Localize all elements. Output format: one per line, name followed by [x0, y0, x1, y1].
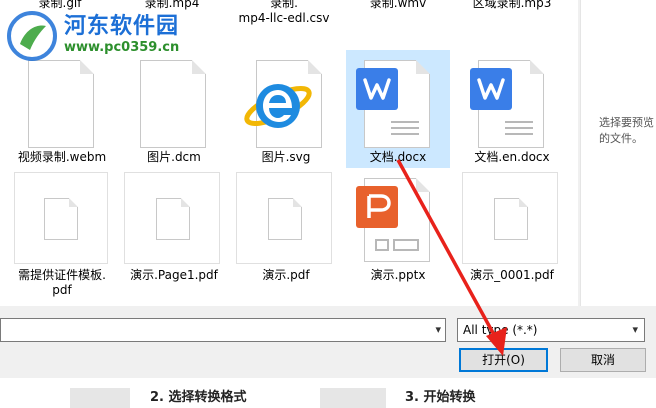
preview-hint-line1: 选择要预览 — [599, 116, 654, 129]
file-item-dcm[interactable]: 图片.dcm — [122, 56, 226, 168]
file-name-label-cont: pdf — [52, 283, 72, 297]
blank-file-icon — [268, 198, 302, 240]
list-item[interactable]: 区域录制.mp3 — [460, 0, 564, 10]
chevron-down-icon[interactable]: ▾ — [632, 319, 638, 341]
file-item-pdf-template[interactable]: 需提供证件模板. pdf — [10, 172, 114, 304]
watermark-title: 河东软件园 — [64, 14, 180, 39]
chevron-down-icon[interactable]: ▾ — [435, 323, 441, 336]
file-name-label: 需提供证件模板. — [18, 268, 106, 282]
background-thumbnail — [70, 388, 130, 408]
file-item-demo-pdf[interactable]: 演示.pdf — [234, 172, 338, 288]
file-name-label: 演示.pdf — [262, 268, 310, 282]
file-name-label: 演示.Page1.pdf — [130, 268, 218, 282]
file-name-label: 录制. — [270, 0, 298, 10]
file-item-svg[interactable]: 图片.svg — [234, 56, 338, 168]
file-name-label: 演示_0001.pdf — [470, 268, 554, 282]
file-type-select[interactable]: All type (*.*) ▾ — [457, 318, 645, 342]
watermark-url: www.pc0359.cn — [64, 40, 180, 55]
file-name-label: 图片.svg — [261, 150, 311, 164]
file-item-pptx[interactable]: 演示.pptx — [346, 172, 450, 288]
site-watermark: 河东软件园 www.pc0359.cn — [4, 2, 204, 62]
open-button[interactable]: 打开(O) — [459, 348, 548, 372]
ie-browser-icon — [244, 84, 312, 128]
list-item[interactable]: 录制. mp4-llc-edl.csv — [232, 0, 336, 30]
wps-writer-icon — [470, 68, 512, 110]
file-name-label: 图片.dcm — [147, 150, 201, 164]
file-item-webm[interactable]: 视频录制.webm — [10, 56, 114, 168]
file-name-label: 录制.wmv — [369, 0, 427, 10]
step-select-format: 2. 选择转换格式 — [150, 390, 247, 405]
file-name-label: 演示.pptx — [370, 268, 426, 282]
blank-file-icon — [28, 60, 94, 148]
preview-hint-line2: 的文件。 — [599, 132, 643, 145]
file-item-page1-pdf[interactable]: 演示.Page1.pdf — [122, 172, 226, 288]
file-item-docx[interactable]: 文档.docx — [346, 50, 450, 168]
wps-presentation-icon — [356, 186, 398, 228]
blank-file-icon — [44, 198, 78, 240]
list-item[interactable]: 录制.wmv — [346, 0, 450, 10]
step-start-convert: 3. 开始转换 — [405, 390, 476, 405]
file-item-en-docx[interactable]: 文档.en.docx — [460, 56, 564, 168]
blank-file-icon — [156, 198, 190, 240]
cancel-button[interactable]: 取消 — [560, 348, 646, 372]
watermark-logo-icon — [7, 11, 57, 61]
background-thumbnail — [320, 388, 386, 408]
filename-combobox[interactable]: ▾ — [0, 318, 446, 342]
preview-pane: 选择要预览 的文件。 — [580, 0, 656, 306]
file-name-label: 文档.en.docx — [474, 150, 550, 164]
blank-file-icon — [494, 198, 528, 240]
blank-file-icon — [140, 60, 206, 148]
wps-writer-icon — [356, 68, 398, 110]
preview-hint: 选择要预览 的文件。 — [599, 115, 654, 147]
file-item-0001-pdf[interactable]: 演示_0001.pdf — [460, 172, 564, 288]
file-name-label: 区域录制.mp3 — [472, 0, 552, 10]
file-type-value: All type (*.*) — [463, 323, 538, 337]
file-name-label-cont: mp4-llc-edl.csv — [238, 11, 330, 25]
file-name-label: 文档.docx — [369, 150, 427, 164]
file-name-label: 视频录制.webm — [17, 150, 107, 164]
